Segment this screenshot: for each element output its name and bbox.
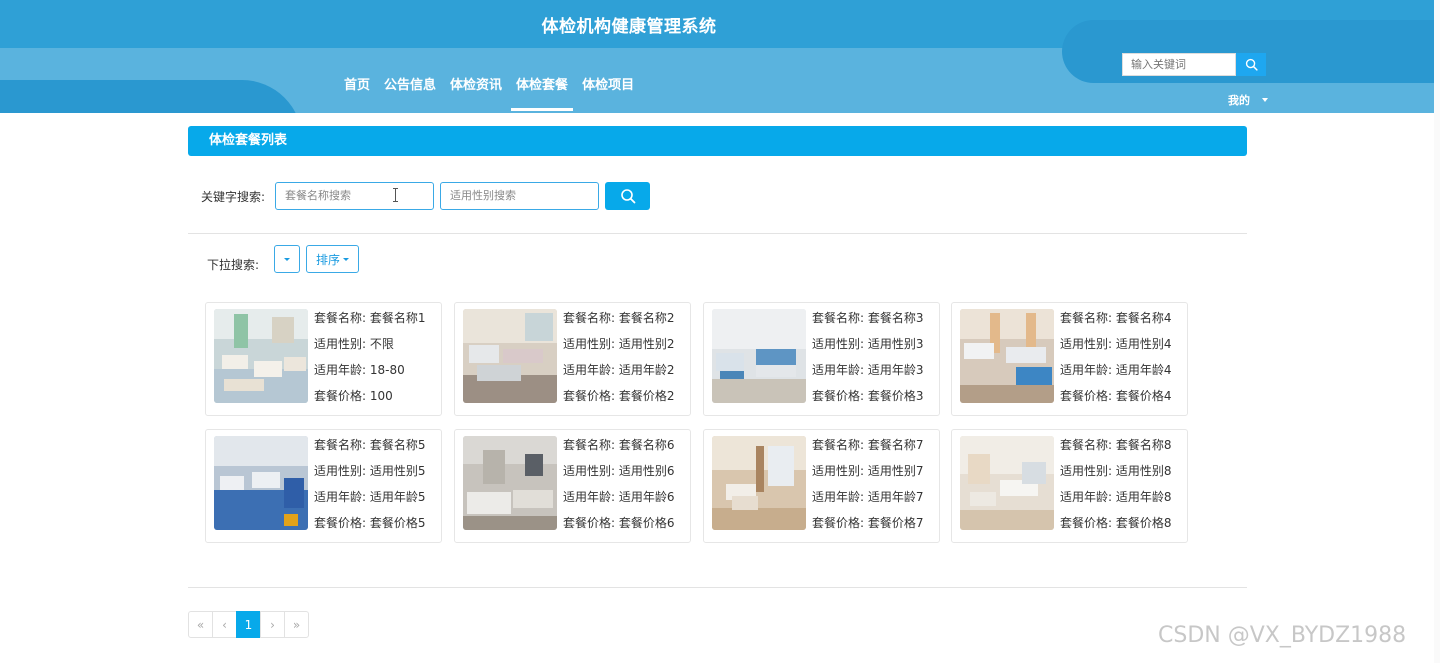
package-name: 套餐名称: 套餐名称2 [563,311,675,325]
package-price: 套餐价格: 100 [314,389,393,403]
package-gender: 适用性别: 适用性别3 [812,337,924,351]
package-age: 适用年龄: 适用年龄6 [563,490,675,504]
package-info: 套餐名称: 套餐名称1 适用性别: 不限 适用年龄: 18-80 套餐价格: 1… [314,310,426,414]
package-price: 套餐价格: 套餐价格8 [1060,516,1172,530]
package-card[interactable]: 套餐名称: 套餐名称2 适用性别: 适用性别2 适用年龄: 适用年龄2 套餐价格… [454,302,691,416]
package-gender: 适用性别: 适用性别2 [563,337,675,351]
package-name: 套餐名称: 套餐名称5 [314,438,426,452]
package-photo [712,436,806,530]
filter-dropdown-button[interactable] [274,245,300,273]
nav-news[interactable]: 体检资讯 [443,70,509,112]
package-price: 套餐价格: 套餐价格6 [563,516,675,530]
package-photo [214,309,308,403]
user-menu[interactable]: 我的 [1228,92,1268,108]
package-photo [960,309,1054,403]
prev-page-button[interactable]: ‹ [212,611,237,638]
package-price: 套餐价格: 套餐价格2 [563,389,675,403]
last-page-button[interactable]: » [284,611,309,638]
package-card[interactable]: 套餐名称: 套餐名称6 适用性别: 适用性别6 适用年龄: 适用年龄6 套餐价格… [454,429,691,543]
package-card[interactable]: 套餐名称: 套餐名称5 适用性别: 适用性别5 适用年龄: 适用年龄5 套餐价格… [205,429,442,543]
package-gender: 适用性别: 适用性别7 [812,464,924,478]
package-card[interactable]: 套餐名称: 套餐名称1 适用性别: 不限 适用年龄: 18-80 套餐价格: 1… [205,302,442,416]
package-photo [712,309,806,403]
package-info: 套餐名称: 套餐名称8 适用性别: 适用性别8 适用年龄: 适用年龄8 套餐价格… [1060,437,1172,541]
package-gender: 适用性别: 适用性别5 [314,464,426,478]
package-age: 适用年龄: 适用年龄5 [314,490,426,504]
scrollbar-track[interactable] [1434,0,1440,663]
panel-title: 体检套餐列表 [188,126,1247,156]
search-icon [620,189,635,204]
package-name: 套餐名称: 套餐名称4 [1060,311,1172,325]
header-wave-left [0,80,302,113]
header-search-input[interactable] [1122,53,1236,76]
dropdown-search-label: 下拉搜索: [207,258,260,272]
package-info: 套餐名称: 套餐名称2 适用性别: 适用性别2 适用年龄: 适用年龄2 套餐价格… [563,310,675,414]
package-info: 套餐名称: 套餐名称4 适用性别: 适用性别4 适用年龄: 适用年龄4 套餐价格… [1060,310,1172,414]
package-gender: 适用性别: 适用性别6 [563,464,675,478]
package-info: 套餐名称: 套餐名称5 适用性别: 适用性别5 适用年龄: 适用年龄5 套餐价格… [314,437,426,541]
first-page-button[interactable]: « [188,611,213,638]
search-icon [1245,58,1258,71]
next-page-button[interactable]: › [260,611,285,638]
package-gender: 适用性别: 适用性别4 [1060,337,1172,351]
package-age: 适用年龄: 适用年龄3 [812,363,924,377]
package-info: 套餐名称: 套餐名称7 适用性别: 适用性别7 适用年龄: 适用年龄7 套餐价格… [812,437,924,541]
caret-down-icon [1262,98,1268,102]
nav-announcements[interactable]: 公告信息 [377,70,443,112]
package-photo [463,309,557,403]
package-card[interactable]: 套餐名称: 套餐名称7 适用性别: 适用性别7 适用年龄: 适用年龄7 套餐价格… [703,429,940,543]
package-price: 套餐价格: 套餐价格4 [1060,389,1172,403]
package-gender: 适用性别: 不限 [314,337,394,351]
sort-dropdown-button[interactable]: 排序 [306,245,359,273]
caret-down-icon [343,257,349,261]
package-card[interactable]: 套餐名称: 套餐名称3 适用性别: 适用性别3 适用年龄: 适用年龄3 套餐价格… [703,302,940,416]
header-search-button[interactable] [1236,53,1266,76]
package-price: 套餐价格: 套餐价格5 [314,516,426,530]
header-search [1122,53,1266,76]
caret-down-icon [284,257,290,261]
package-card[interactable]: 套餐名称: 套餐名称8 适用性别: 适用性别8 适用年龄: 适用年龄8 套餐价格… [951,429,1188,543]
package-card[interactable]: 套餐名称: 套餐名称4 适用性别: 适用性别4 适用年龄: 适用年龄4 套餐价格… [951,302,1188,416]
sort-label: 排序 [315,252,340,267]
keyword-search-label: 关键字搜索: [201,190,266,204]
package-info: 套餐名称: 套餐名称6 适用性别: 适用性别6 适用年龄: 适用年龄6 套餐价格… [563,437,675,541]
package-age: 适用年龄: 适用年龄2 [563,363,675,377]
package-info: 套餐名称: 套餐名称3 适用性别: 适用性别3 适用年龄: 适用年龄3 套餐价格… [812,310,924,414]
main-nav: 首页 公告信息 体检资讯 体检套餐 体检项目 [337,70,641,112]
page-1-button[interactable]: 1 [236,611,261,638]
package-age: 适用年龄: 适用年龄8 [1060,490,1172,504]
package-age: 适用年龄: 适用年龄4 [1060,363,1172,377]
package-photo [960,436,1054,530]
divider [188,233,1247,234]
package-name: 套餐名称: 套餐名称6 [563,438,675,452]
gender-search-input[interactable]: 适用性别搜索 [440,182,599,210]
package-name: 套餐名称: 套餐名称1 [314,311,426,325]
package-gender: 适用性别: 适用性别8 [1060,464,1172,478]
package-photo [214,436,308,530]
package-photo [463,436,557,530]
text-cursor-icon [393,188,398,202]
divider [188,587,1247,588]
nav-packages[interactable]: 体检套餐 [509,70,575,112]
site-title: 体检机构健康管理系统 [541,17,717,37]
package-name-search-input[interactable]: 套餐名称搜索 [275,182,434,210]
pagination: « ‹ 1 › » [188,611,309,638]
watermark: CSDN @VX_BYDZ1988 [1158,623,1407,648]
site-header: 体检机构健康管理系统 首页 公告信息 体检资讯 体检套餐 体检项目 我的 [0,0,1440,113]
package-price: 套餐价格: 套餐价格3 [812,389,924,403]
package-name: 套餐名称: 套餐名称3 [812,311,924,325]
nav-items[interactable]: 体检项目 [575,70,641,112]
package-name: 套餐名称: 套餐名称7 [812,438,924,452]
package-age: 适用年龄: 18-80 [314,363,405,377]
keyword-search-button[interactable] [605,182,650,210]
nav-home[interactable]: 首页 [337,70,377,112]
package-age: 适用年龄: 适用年龄7 [812,490,924,504]
package-price: 套餐价格: 套餐价格7 [812,516,924,530]
user-menu-label: 我的 [1228,94,1250,107]
package-name: 套餐名称: 套餐名称8 [1060,438,1172,452]
